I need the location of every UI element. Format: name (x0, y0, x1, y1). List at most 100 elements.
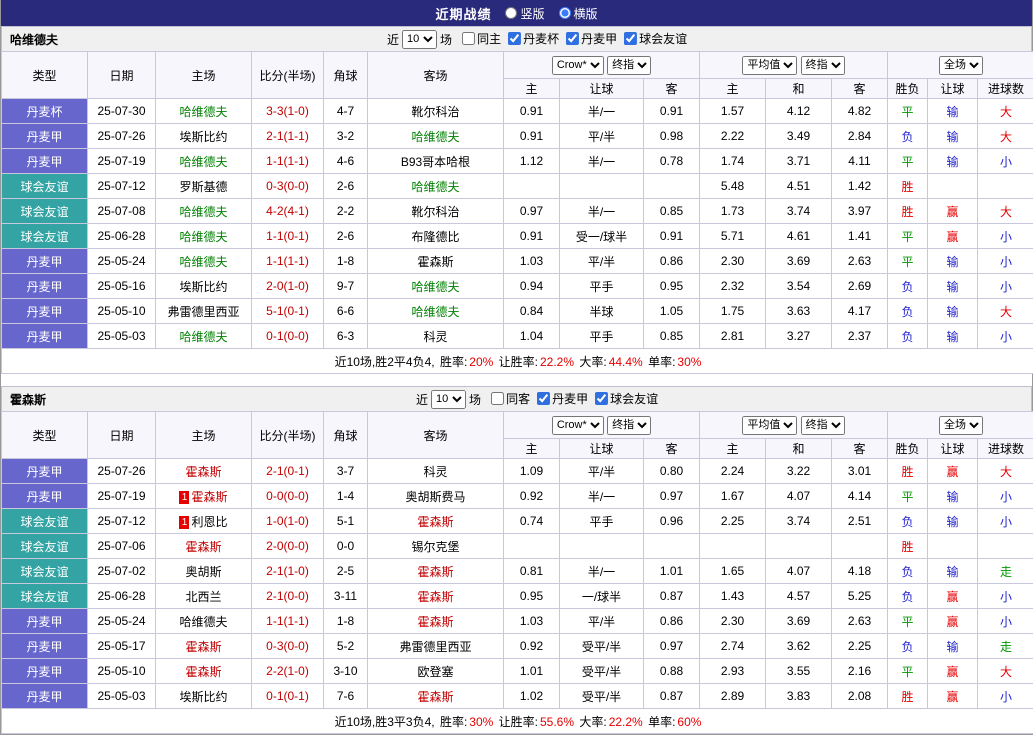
away-team[interactable]: 霍森斯 (367, 683, 504, 709)
match-scope-select[interactable]: 全场 (939, 415, 983, 435)
home-team[interactable]: 弗雷德里西亚 (155, 298, 252, 324)
bookmaker-select[interactable]: Crow* (551, 55, 604, 75)
away-team[interactable]: 霍森斯 (367, 583, 504, 609)
team-link[interactable]: 埃斯比约 (179, 690, 227, 704)
home-team[interactable]: 奥胡斯 (155, 558, 252, 584)
match-score[interactable]: 0-1(0-0) (251, 323, 324, 349)
checkbox-input[interactable] (566, 32, 580, 45)
team-link[interactable]: 哈维德夫 (179, 155, 227, 169)
team-link[interactable]: 科灵 (423, 465, 447, 479)
away-team[interactable]: 哈维德夫 (367, 173, 504, 199)
league-filter-checkbox[interactable]: 同客 (491, 390, 530, 407)
away-team[interactable]: 靴尔科治 (367, 198, 504, 224)
bookmaker-select[interactable]: Crow* (551, 415, 604, 435)
away-team[interactable]: 霍森斯 (367, 558, 504, 584)
team-link[interactable]: 哈维德夫 (411, 130, 459, 144)
horizontal-radio-input[interactable] (558, 7, 571, 19)
team-link[interactable]: 锡尔克堡 (411, 540, 459, 554)
team-link[interactable]: 哈维德夫 (179, 105, 227, 119)
team-link[interactable]: 哈维德夫 (179, 230, 227, 244)
away-team[interactable]: 欧登塞 (367, 658, 504, 684)
team-link[interactable]: 霍森斯 (417, 255, 453, 269)
team-link[interactable]: 哈维德夫 (179, 255, 227, 269)
asia-scope-select[interactable]: 终指 (607, 415, 652, 435)
team-link[interactable]: 弗雷德里西亚 (167, 305, 239, 319)
checkbox-input[interactable] (595, 392, 609, 405)
home-team[interactable]: 哈维德夫 (155, 323, 252, 349)
euro-scope-select[interactable]: 终指 (800, 55, 845, 75)
league-filter-checkbox[interactable]: 球会友谊 (595, 390, 658, 407)
home-team[interactable]: 霍森斯 (155, 633, 252, 659)
home-team[interactable]: 埃斯比约 (155, 123, 252, 149)
match-score[interactable]: 0-3(0-0) (251, 633, 324, 659)
match-score[interactable]: 2-0(0-0) (251, 533, 324, 559)
team-link[interactable]: 科灵 (423, 330, 447, 344)
home-team[interactable]: 1 霍森斯 (155, 483, 252, 509)
away-team[interactable]: 霍森斯 (367, 248, 504, 274)
vertical-radio-input[interactable] (505, 7, 518, 19)
match-score[interactable]: 1-1(1-1) (251, 608, 324, 634)
home-team[interactable]: 罗斯基德 (155, 173, 252, 199)
team-link[interactable]: 哈维德夫 (411, 280, 459, 294)
team-link[interactable]: 靴尔科治 (411, 205, 459, 219)
team-link[interactable]: 霍森斯 (417, 565, 453, 579)
layout-radio-horizontal[interactable]: 横版 (558, 5, 598, 22)
team-link[interactable]: 霍森斯 (185, 540, 221, 554)
match-score[interactable]: 2-0(1-0) (251, 273, 324, 299)
home-team[interactable]: 哈维德夫 (155, 223, 252, 249)
euro-scope-select[interactable]: 终指 (800, 415, 845, 435)
away-team[interactable]: 霍森斯 (367, 508, 504, 534)
away-team[interactable]: 布隆德比 (367, 223, 504, 249)
team-link[interactable]: 霍森斯 (185, 665, 221, 679)
checkbox-input[interactable] (537, 392, 551, 405)
recent-count-select[interactable]: 10 (431, 389, 467, 409)
team-link[interactable]: 霍森斯 (417, 515, 453, 529)
away-team[interactable]: 哈维德夫 (367, 298, 504, 324)
home-team[interactable]: 霍森斯 (155, 533, 252, 559)
match-score[interactable]: 0-3(0-0) (251, 173, 324, 199)
home-team[interactable]: 霍森斯 (155, 458, 252, 484)
checkbox-input[interactable] (624, 32, 638, 45)
match-score[interactable]: 1-1(0-1) (251, 223, 324, 249)
team-link[interactable]: 奥胡斯费马 (405, 490, 465, 504)
team-link[interactable]: 霍森斯 (185, 465, 221, 479)
team-link[interactable]: 霍森斯 (185, 640, 221, 654)
match-scope-select[interactable]: 全场 (939, 55, 983, 75)
layout-radio-vertical[interactable]: 竖版 (505, 5, 545, 22)
home-team[interactable]: 哈维德夫 (155, 248, 252, 274)
home-team[interactable]: 北西兰 (155, 583, 252, 609)
team-link[interactable]: 北西兰 (185, 590, 221, 604)
home-team[interactable]: 霍森斯 (155, 658, 252, 684)
team-link[interactable]: 埃斯比约 (179, 130, 227, 144)
match-score[interactable]: 0-0(0-0) (251, 483, 324, 509)
league-filter-checkbox[interactable]: 丹麦甲 (566, 30, 617, 47)
league-filter-checkbox[interactable]: 丹麦杯 (508, 30, 559, 47)
team-link[interactable]: 罗斯基德 (179, 180, 227, 194)
team-link[interactable]: 霍森斯 (417, 690, 453, 704)
euro-source-select[interactable]: 平均值 (742, 415, 798, 435)
team-link[interactable]: 奥胡斯 (185, 565, 221, 579)
home-team[interactable]: 哈维德夫 (155, 198, 252, 224)
euro-source-select[interactable]: 平均值 (742, 55, 798, 75)
team-link[interactable]: 布隆德比 (411, 230, 459, 244)
match-score[interactable]: 3-3(1-0) (251, 98, 324, 124)
team-link[interactable]: 霍森斯 (417, 615, 453, 629)
match-score[interactable]: 4-2(4-1) (251, 198, 324, 224)
checkbox-input[interactable] (508, 32, 522, 45)
home-team[interactable]: 哈维德夫 (155, 608, 252, 634)
away-team[interactable]: 哈维德夫 (367, 273, 504, 299)
away-team[interactable]: 科灵 (367, 323, 504, 349)
league-filter-checkbox[interactable]: 同主 (462, 30, 501, 47)
team-link[interactable]: 哈维德夫 (179, 330, 227, 344)
home-team[interactable]: 1 利恩比 (155, 508, 252, 534)
team-link[interactable]: 哈维德夫 (411, 180, 459, 194)
home-team[interactable]: 埃斯比约 (155, 683, 252, 709)
match-score[interactable]: 2-1(1-1) (251, 123, 324, 149)
home-team[interactable]: 埃斯比约 (155, 273, 252, 299)
league-filter-checkbox[interactable]: 球会友谊 (624, 30, 687, 47)
team-link[interactable]: 埃斯比约 (179, 280, 227, 294)
recent-count-select[interactable]: 10 (402, 29, 438, 49)
match-score[interactable]: 2-1(0-1) (251, 458, 324, 484)
checkbox-input[interactable] (491, 392, 505, 405)
away-team[interactable]: B93哥本哈根 (367, 148, 504, 174)
